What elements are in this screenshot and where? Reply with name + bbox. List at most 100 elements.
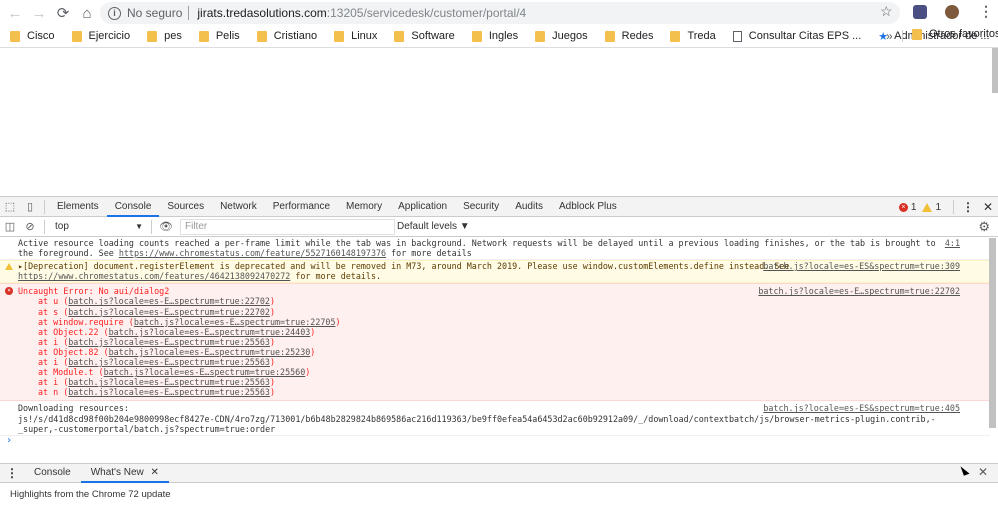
bookmark-item[interactable]: Treda [670,30,716,42]
folder-icon [912,28,922,40]
address-bar[interactable]: i No seguro jirats.tredasolutions.com:13… [100,2,900,24]
error-icon: × [5,287,13,296]
warning-badge-icon[interactable] [922,202,933,212]
filter-input[interactable]: Filter [180,218,395,235]
bookmark-item[interactable]: Ingles [471,30,518,42]
error-badge-icon[interactable]: × [898,202,908,212]
bookmark-label: Redes [621,30,654,42]
message-link[interactable]: https://www.chromestatus.com/feature/552… [119,248,386,258]
tab-security[interactable]: Security [455,197,507,217]
folder-icon [10,30,20,42]
stack-frame: at Object.22 (batch.js?locale=es-E…spect… [38,326,316,337]
message-source-link[interactable]: batch.js?locale=es-ES&spectrum=true:309 [763,261,960,271]
bookmark-label: Pelis [215,30,240,42]
info-icon[interactable]: i [108,6,121,20]
bookmark-star-icon[interactable]: ☆ [880,3,893,20]
message-link[interactable]: https://www.chromestatus.com/features/46… [18,271,290,281]
drawer-tab-console[interactable]: Console [24,463,81,483]
bookmark-label: Cisco [27,30,55,42]
message-text: _super,-customerportal/batch.js?spectrum… [18,423,276,434]
url-path: :13205/servicedesk/customer/portal/4 [326,6,527,20]
folder-icon [535,30,546,42]
stack-frame-link[interactable]: batch.js?locale=es-E…spectrum=true:22702 [68,296,270,306]
tab-elements[interactable]: Elements [49,197,107,217]
stack-frame-link[interactable]: batch.js?locale=es-E…spectrum=true:22702 [68,307,270,317]
bookmark-item[interactable]: Cristiano [256,30,317,42]
page-viewport [0,48,998,197]
stack-frame-link[interactable]: batch.js?locale=es-E…spectrum=true:25230 [109,347,311,357]
message-source-link[interactable]: 4:1 [945,238,960,248]
console-settings-gear-icon[interactable]: ⚙ [978,219,990,235]
forward-arrow-icon[interactable]: → [28,2,50,24]
bookmark-item[interactable]: Pelis [198,30,240,42]
clear-console-icon[interactable]: ⊘ [20,217,40,237]
live-expression-eye-icon[interactable]: 👁 [156,217,176,237]
close-drawer-icon[interactable]: ✕ [978,465,988,479]
stack-frame-link[interactable]: batch.js?locale=es-E…spectrum=true:25563 [68,357,270,367]
tab-console[interactable]: Console [106,197,160,217]
console-scrollbar[interactable] [989,238,996,428]
bookmark-label: Otros favoritos [929,28,998,40]
tab-network[interactable]: Network [212,197,265,217]
bookmark-item[interactable]: Juegos [535,30,588,42]
tab-memory[interactable]: Memory [338,197,390,217]
stack-frame-link[interactable]: batch.js?locale=es-E…spectrum=true:25563 [68,337,270,347]
message-text[interactable]: ▸[Deprecation] document.registerElement … [18,261,789,271]
home-icon[interactable]: ⌂ [76,2,98,24]
avatar[interactable] [945,5,959,19]
message-source-link[interactable]: batch.js?locale=es-ES&spectrum=true:405 [763,403,960,413]
tab-sources[interactable]: Sources [159,197,212,217]
bookmarks-overflow-icon[interactable]: » [886,29,893,43]
extension-shield-icon[interactable] [913,5,927,19]
drawer-menu-icon[interactable]: ⋮ [0,466,24,480]
bookmark-item[interactable]: Redes [604,30,654,42]
bookmark-item[interactable]: Consultar Citas EPS ... [732,30,861,42]
drawer-tab-label: What's New [90,467,144,478]
tab-performance[interactable]: Performance [265,197,338,217]
console-prompt[interactable]: › [0,435,990,446]
stack-frame-link[interactable]: batch.js?locale=es-E…spectrum=true:25563 [68,377,270,387]
drawer-tab-whats-new[interactable]: What's New ✕ [80,463,169,483]
folder-icon [71,30,82,42]
close-tab-icon[interactable]: ✕ [151,467,159,478]
devtools-tabbar-right: × 1 1 ⋮ ✕ [898,197,998,217]
stack-frame-link[interactable]: batch.js?locale=es-E…spectrum=true:25563 [68,387,270,397]
inspect-element-icon[interactable]: ⬚ [0,197,20,217]
bookmark-label: pes [164,30,182,42]
other-bookmarks[interactable]: Otros favoritos [912,28,998,40]
context-select[interactable]: top ▼ [49,217,147,237]
chrome-menu-icon[interactable]: ⋮ [979,3,993,20]
bookmark-label: Treda [687,30,716,42]
tab-adblock-plus[interactable]: Adblock Plus [551,197,625,217]
error-count[interactable]: 1 [911,202,917,213]
tab-audits[interactable]: Audits [507,197,551,217]
bookmark-label: Linux [351,30,378,42]
bookmark-item[interactable]: pes [147,30,182,42]
stack-frame: at Module.t (batch.js?locale=es-E…spectr… [38,367,311,378]
stack-frame: at u (batch.js?locale=es-E…spectrum=true… [38,296,275,307]
back-arrow-icon[interactable]: ← [4,2,26,24]
bookmark-item[interactable]: Ejercicio [71,30,130,42]
reload-icon[interactable]: ⟳ [52,2,74,24]
warning-count[interactable]: 1 [935,202,941,213]
message-source-link[interactable]: batch.js?locale=es-E…spectrum=true:22702 [758,286,960,296]
tab-application[interactable]: Application [390,197,455,217]
folder-icon [394,30,405,42]
page-scrollbar[interactable] [992,48,998,93]
sidebar-toggle-icon[interactable]: ◫ [0,217,20,237]
drawer-tabbar: ⋮ Console What's New ✕ [0,463,998,483]
bookmark-item[interactable]: Linux [334,30,377,42]
stack-frame-link[interactable]: batch.js?locale=es-E…spectrum=true:24403 [109,327,311,337]
console-message: Downloading resources: js!/s/d41d8cd98f0… [0,401,990,436]
browser-toolbar: ← → ⟳ ⌂ i No seguro jirats.tredasolution… [0,0,998,26]
stack-frame-link[interactable]: batch.js?locale=es-E…spectrum=true:22705 [134,317,336,327]
devtools-menu-icon[interactable]: ⋮ [958,200,978,214]
log-levels-select[interactable]: Default levels ▼ [397,217,470,237]
device-toolbar-icon[interactable]: ▯ [20,197,40,217]
stack-frame: at s (batch.js?locale=es-E…spectrum=true… [38,306,275,317]
bookmark-item[interactable]: Cisco [10,30,55,42]
stack-frame-link[interactable]: batch.js?locale=es-E…spectrum=true:25560 [104,367,306,377]
bookmark-item[interactable]: Software [394,30,455,42]
close-devtools-icon[interactable]: ✕ [978,200,998,214]
bookmark-label: Software [411,30,455,42]
